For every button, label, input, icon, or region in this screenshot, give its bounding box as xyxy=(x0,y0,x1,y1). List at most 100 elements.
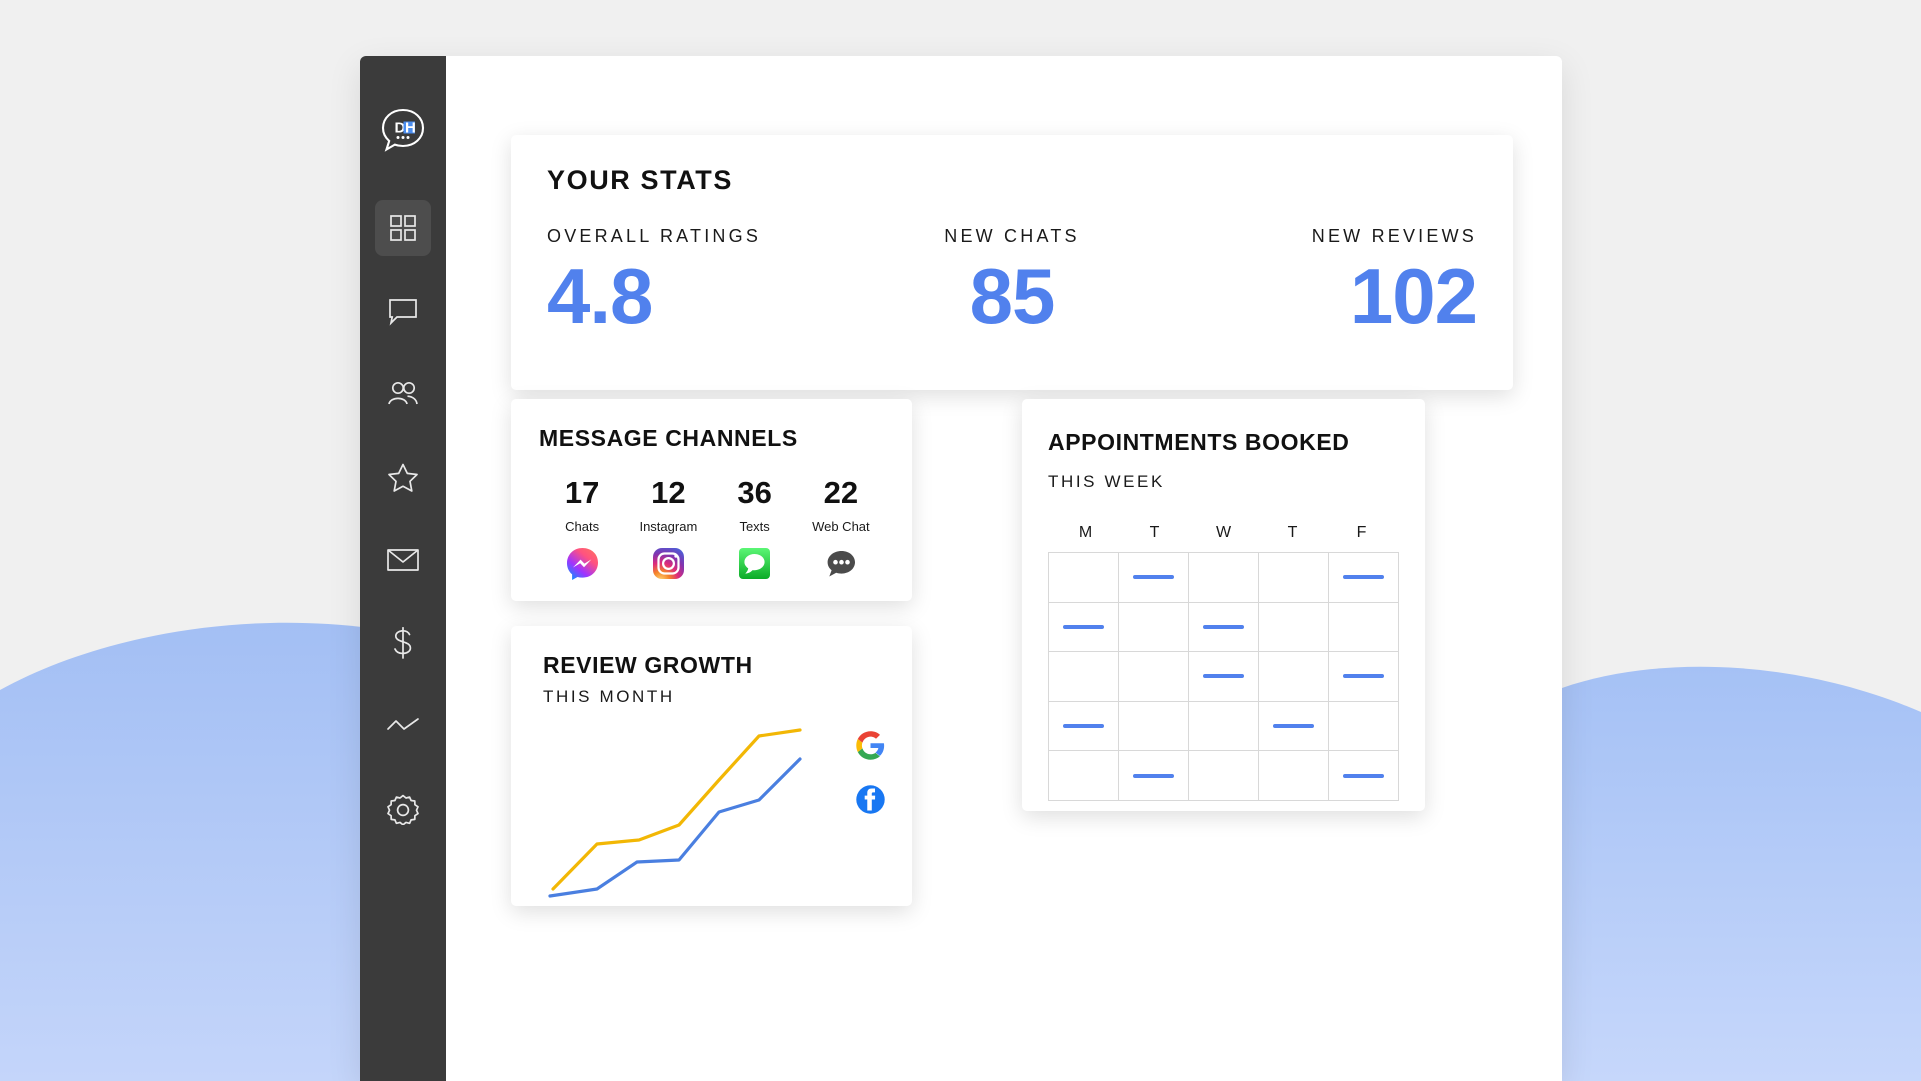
channel-count: 12 xyxy=(651,475,686,510)
appointment-bar[interactable] xyxy=(1203,624,1244,629)
calendar-week-row xyxy=(1049,751,1399,801)
calendar-week-row xyxy=(1049,602,1399,653)
calendar-cell[interactable] xyxy=(1259,553,1329,603)
day-header: W xyxy=(1215,524,1232,541)
calendar-cell[interactable] xyxy=(1119,701,1189,752)
star-icon xyxy=(387,462,419,493)
calendar-grid xyxy=(1048,552,1399,801)
stat-new-reviews: NEW REVIEWS 102 xyxy=(1167,226,1478,340)
day-header: T xyxy=(1287,524,1298,541)
channel-count: 22 xyxy=(823,475,859,510)
appointment-bar[interactable] xyxy=(1063,724,1104,729)
sidebar-item-analytics[interactable] xyxy=(375,698,431,754)
channel-label: Instagram xyxy=(639,519,698,534)
appointments-subtitle: THIS WEEK xyxy=(1048,472,1165,491)
calendar-cell[interactable] xyxy=(1119,553,1189,603)
day-header: M xyxy=(1078,524,1093,541)
review-growth-line-chart xyxy=(548,728,802,898)
appointment-bar[interactable] xyxy=(1133,773,1174,778)
appointment-bar[interactable] xyxy=(1133,575,1174,580)
logo-letter-h: H xyxy=(405,120,416,137)
calendar-cell[interactable] xyxy=(1329,652,1399,702)
review-growth-subtitle: THIS MONTH xyxy=(543,687,675,706)
week-calendar: M T W T F xyxy=(1048,524,1399,801)
channel-count: 36 xyxy=(737,475,772,510)
appointments-title: APPOINTMENTS BOOKED xyxy=(1048,429,1350,455)
calendar-cell[interactable] xyxy=(1119,751,1189,801)
message-channels-title: MESSAGE CHANNELS xyxy=(539,425,798,451)
calendar-cell[interactable] xyxy=(1049,553,1119,603)
calendar-week-row xyxy=(1049,652,1399,702)
content-area: YOUR STATS OVERALL RATINGS 4.8 NEW CHATS… xyxy=(446,56,1562,1081)
facebook-icon xyxy=(855,784,886,820)
calendar-cell[interactable] xyxy=(1049,602,1119,653)
sidebar-item-payments[interactable] xyxy=(375,615,431,671)
stat-label: NEW REVIEWS xyxy=(1311,226,1477,246)
calendar-cell[interactable] xyxy=(1259,751,1329,801)
day-header: T xyxy=(1149,524,1160,541)
calendar-cell[interactable] xyxy=(1189,701,1259,752)
people-icon xyxy=(386,380,420,408)
channel-texts[interactable]: 36 Texts xyxy=(712,477,798,580)
appointment-bar[interactable] xyxy=(1343,575,1384,580)
dollar-icon xyxy=(390,627,416,659)
appointment-bar[interactable] xyxy=(1343,773,1384,778)
dh-logo[interactable]: D H xyxy=(377,104,429,156)
appointment-bar[interactable] xyxy=(1343,674,1384,679)
line-chart-icon xyxy=(386,717,420,735)
calendar-cell[interactable] xyxy=(1329,553,1399,603)
calendar-week-row xyxy=(1049,553,1399,603)
channels-row: 17 Chats 12 Instagram 36 Texts 22 Web Ch… xyxy=(539,477,884,580)
calendar-cell[interactable] xyxy=(1119,652,1189,702)
review-growth-card: REVIEW GROWTH THIS MONTH xyxy=(511,626,912,906)
stat-value: 85 xyxy=(969,252,1056,340)
page-title: YOUR STATS xyxy=(547,165,734,195)
sidebar-nav-list xyxy=(375,200,431,864)
webchat-bubble-icon xyxy=(824,547,857,580)
sidebar-item-contacts[interactable] xyxy=(375,366,431,422)
series-line-google xyxy=(551,728,802,891)
calendar-cell[interactable] xyxy=(1119,602,1189,653)
google-icon xyxy=(855,730,886,766)
sidebar: D H xyxy=(360,56,446,1081)
sidebar-item-messages[interactable] xyxy=(375,283,431,339)
channel-count: 17 xyxy=(564,475,600,510)
stat-new-chats: NEW CHATS 85 xyxy=(857,226,1167,335)
your-stats-card: YOUR STATS OVERALL RATINGS 4.8 NEW CHATS… xyxy=(511,135,1513,390)
calendar-cell[interactable] xyxy=(1049,701,1119,752)
sidebar-item-settings[interactable] xyxy=(375,781,431,837)
stat-value: 4.8 xyxy=(547,252,653,340)
messenger-icon xyxy=(566,547,599,580)
calendar-cell[interactable] xyxy=(1189,652,1259,702)
stats-row: OVERALL RATINGS 4.8 NEW CHATS 85 NEW REV… xyxy=(547,226,1478,340)
calendar-cell[interactable] xyxy=(1049,652,1119,702)
grid-icon xyxy=(388,213,418,243)
calendar-cell[interactable] xyxy=(1189,751,1259,801)
channel-label: Chats xyxy=(565,519,600,534)
appointment-bar[interactable] xyxy=(1063,624,1104,629)
calendar-cell[interactable] xyxy=(1189,602,1259,653)
appointment-bar[interactable] xyxy=(1273,724,1314,729)
channel-label: Texts xyxy=(739,519,770,534)
calendar-cell[interactable] xyxy=(1329,602,1399,653)
sidebar-item-dashboard[interactable] xyxy=(375,200,431,256)
appointment-bar[interactable] xyxy=(1203,674,1244,679)
calendar-cell[interactable] xyxy=(1259,602,1329,653)
calendar-cell[interactable] xyxy=(1259,701,1329,752)
sidebar-item-email[interactable] xyxy=(375,532,431,588)
calendar-cell[interactable] xyxy=(1329,751,1399,801)
review-growth-legend xyxy=(855,730,886,820)
channel-instagram[interactable]: 12 Instagram xyxy=(625,477,711,580)
calendar-cell[interactable] xyxy=(1329,701,1399,752)
stat-label: NEW CHATS xyxy=(944,226,1080,246)
sidebar-item-reviews[interactable] xyxy=(375,449,431,505)
calendar-cell[interactable] xyxy=(1049,751,1119,801)
channel-label: Web Chat xyxy=(812,519,870,534)
appointments-booked-card: APPOINTMENTS BOOKED THIS WEEK M T W T F xyxy=(1022,399,1425,811)
calendar-cell[interactable] xyxy=(1259,652,1329,702)
channel-chats[interactable]: 17 Chats xyxy=(539,477,625,580)
stat-value: 102 xyxy=(1349,252,1478,340)
calendar-cell[interactable] xyxy=(1189,553,1259,603)
channel-web-chat[interactable]: 22 Web Chat xyxy=(798,477,884,580)
day-header: F xyxy=(1356,524,1367,541)
